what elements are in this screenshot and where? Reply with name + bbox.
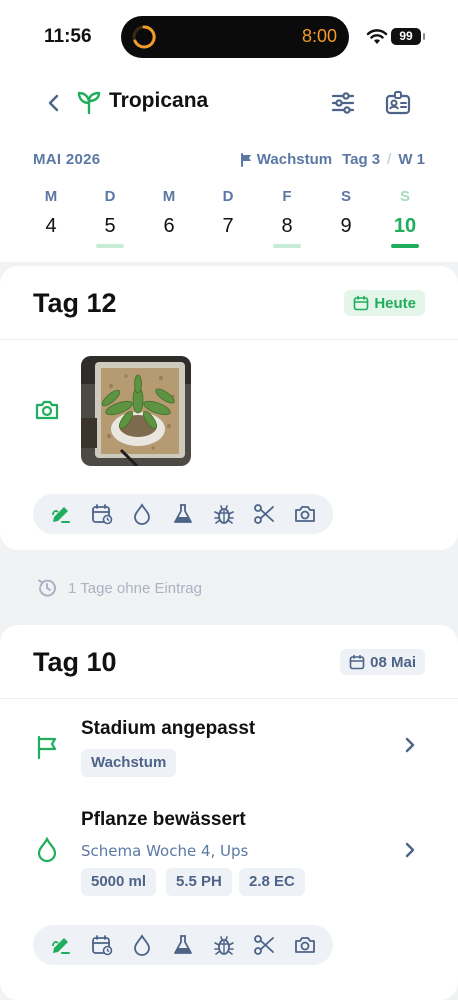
scissors-icon[interactable]	[252, 933, 276, 957]
bug-icon[interactable]	[212, 933, 236, 957]
day-number: 7	[222, 215, 234, 237]
card-header: Tag 10 08 Mai	[0, 625, 458, 699]
day-marker	[273, 244, 301, 248]
calendar-repeat-icon[interactable]	[90, 933, 114, 957]
flag-icon	[240, 152, 251, 167]
day-marker	[214, 244, 242, 248]
calendar-day[interactable]: F 8	[267, 188, 307, 248]
day-number: 10	[393, 215, 417, 237]
weekday-label: M	[162, 188, 176, 205]
plant-photo[interactable]	[81, 356, 191, 466]
calendar-month: MAI 2026	[33, 151, 101, 168]
camera-icon	[35, 400, 59, 420]
water-drop-icon[interactable]	[130, 933, 154, 957]
day-number: 6	[163, 215, 175, 237]
calendar-repeat-icon[interactable]	[90, 502, 114, 526]
quick-action-toolbar	[33, 494, 333, 534]
calendar-day[interactable]: S 9	[326, 188, 366, 248]
page-title: Tropicana	[109, 89, 209, 112]
day-marker	[96, 244, 124, 248]
date-badge-label: 08 Mai	[370, 653, 416, 671]
ec-chip: 2.8 EC	[239, 868, 305, 896]
quick-action-toolbar	[33, 925, 333, 965]
missing-entries-note: 1 Tage ohne Eintrag	[36, 577, 202, 599]
day-number: 5	[104, 215, 116, 237]
weekday-label: D	[104, 188, 116, 205]
missing-entries-label: 1 Tage ohne Eintrag	[68, 579, 202, 597]
date-badge[interactable]: 08 Mai	[340, 649, 425, 675]
card-title: Tag 10	[33, 647, 117, 677]
weekday-label: M	[44, 188, 58, 205]
bug-icon[interactable]	[212, 502, 236, 526]
calendar-icon	[349, 654, 365, 670]
today-badge-label: Heute	[374, 294, 416, 312]
phase-name: Wachstum	[256, 151, 333, 168]
stage-chip: Wachstum	[81, 749, 177, 777]
today-badge[interactable]: Heute	[344, 290, 425, 316]
phase-day: Tag 3	[342, 151, 381, 168]
day-marker	[332, 244, 360, 248]
back-chevron-icon[interactable]	[44, 92, 64, 114]
day-number: 4	[45, 215, 57, 237]
day-number: 8	[281, 215, 293, 237]
calendar-day[interactable]: M 6	[149, 188, 189, 248]
phase-separator: /	[387, 151, 392, 168]
card-header: Tag 12 Heute	[0, 266, 458, 340]
weekday-label: S	[340, 188, 351, 205]
ph-chip: 5.5 PH	[166, 868, 232, 896]
wifi-icon	[366, 29, 388, 44]
dynamic-island[interactable]: 8:00	[121, 16, 349, 58]
status-time: 11:56	[44, 26, 92, 47]
battery-indicator: 99	[391, 28, 425, 45]
plant-id-card-icon[interactable]	[385, 90, 411, 116]
weekday-label: F	[282, 188, 292, 205]
camera-icon[interactable]	[293, 933, 317, 957]
water-drop-icon	[37, 837, 57, 863]
day-marker	[155, 244, 183, 248]
flask-icon[interactable]	[171, 933, 195, 957]
note-icon[interactable]	[49, 502, 73, 526]
phase-week: W 1	[398, 151, 425, 168]
calendar-day[interactable]: D 7	[208, 188, 248, 248]
calendar-day-selected[interactable]: S 10	[385, 188, 425, 248]
day-marker	[37, 244, 65, 248]
weekday-label: S	[399, 188, 410, 205]
camera-icon[interactable]	[293, 502, 317, 526]
flask-icon[interactable]	[171, 502, 195, 526]
day-card: Tag 10 08 Mai Stadium angepasst Wachstum…	[0, 625, 458, 1000]
plant-photo-image	[81, 356, 191, 466]
entry-subtitle: Schema Woche 4, Ups	[81, 842, 249, 860]
day-number: 9	[340, 215, 352, 237]
history-icon	[38, 579, 56, 597]
chevron-right-icon	[405, 737, 415, 753]
water-drop-icon[interactable]	[130, 502, 154, 526]
entry-title: Pflanze bewässert	[81, 809, 246, 830]
calendar-day[interactable]: D 5	[90, 188, 130, 248]
island-timer: 8:00	[301, 26, 337, 46]
card-title: Tag 12	[33, 288, 117, 318]
sprout-icon	[77, 91, 101, 115]
calendar-day[interactable]: M 4	[31, 188, 71, 248]
day-marker	[391, 244, 419, 248]
timer-ring-icon	[132, 25, 156, 49]
day-card-today: Tag 12 Heute	[0, 266, 458, 550]
entry-title: Stadium angepasst	[81, 718, 256, 739]
chevron-right-icon	[405, 842, 415, 858]
calendar-icon	[354, 295, 369, 311]
scissors-icon[interactable]	[252, 502, 276, 526]
header-area: 11:56 8:00 99 Tropicana MAI 2026 Wachstu…	[0, 0, 458, 262]
growth-phase-info: Wachstum Tag 3 / W 1	[240, 151, 425, 168]
flag-icon	[37, 735, 57, 760]
weekday-label: D	[222, 188, 234, 205]
sliders-icon[interactable]	[330, 90, 356, 116]
volume-chip: 5000 ml	[81, 868, 157, 896]
note-icon[interactable]	[49, 933, 73, 957]
